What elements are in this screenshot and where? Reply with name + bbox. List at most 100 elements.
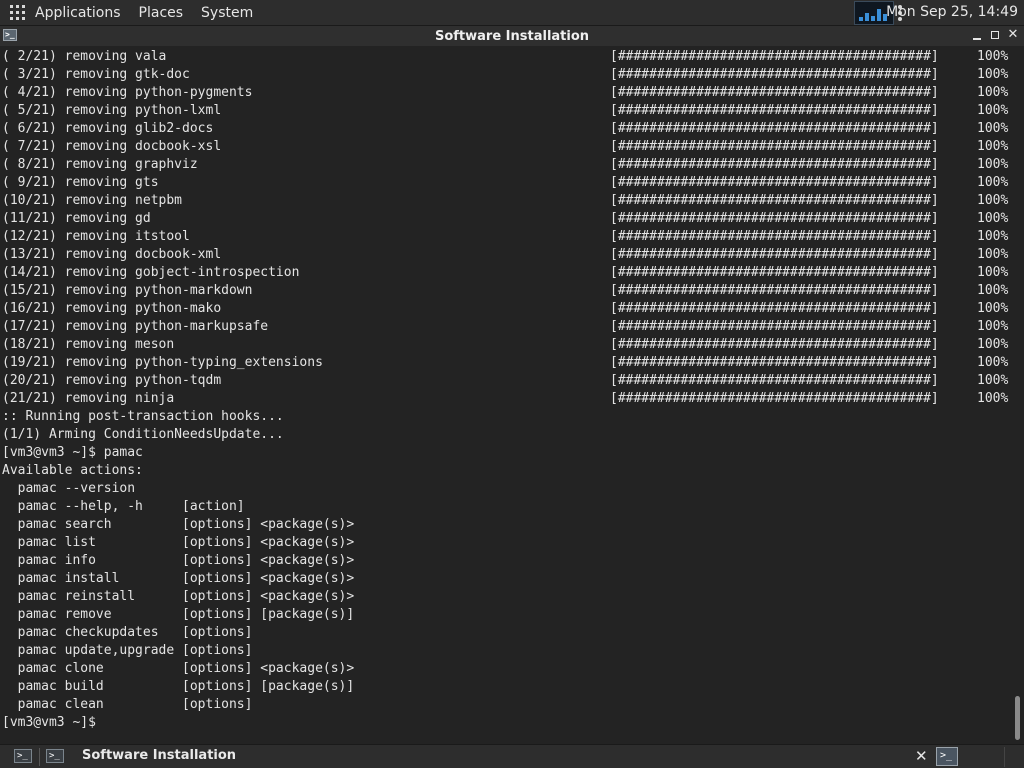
- progress-bar-text: [#######################################…: [610, 193, 939, 208]
- progress-bar-text: [#######################################…: [610, 85, 939, 100]
- progress-percent: 100%: [977, 175, 1009, 190]
- terminal-line: (12/21) removing itstool [###############…: [2, 228, 1010, 246]
- terminal-launcher-icon[interactable]: >_: [14, 749, 32, 763]
- progress-percent: 100%: [977, 373, 1009, 388]
- progress-percent: 100%: [977, 103, 1009, 118]
- terminal-line: pamac build [options] [package(s)]: [2, 678, 1010, 696]
- progress-percent: 100%: [977, 211, 1009, 226]
- terminal-line-text: ( 3/21) removing gtk-doc: [2, 67, 190, 82]
- terminal-line: pamac clean [options]: [2, 696, 1010, 714]
- window-titlebar[interactable]: >_ Software Installation ✕: [0, 26, 1024, 46]
- menu-places[interactable]: Places: [139, 5, 184, 21]
- progress-bar-text: [#######################################…: [610, 139, 939, 154]
- progress-percent: 100%: [977, 283, 1009, 298]
- terminal-line: [vm3@vm3 ~]$ pamac: [2, 444, 1010, 462]
- progress-percent: 100%: [977, 337, 1009, 352]
- progress-bar-text: [#######################################…: [610, 67, 939, 82]
- terminal-line-text: ( 7/21) removing docbook-xsl: [2, 139, 222, 154]
- progress-percent: 100%: [977, 139, 1009, 154]
- task-title[interactable]: Software Installation: [82, 748, 236, 763]
- menu-system[interactable]: System: [201, 5, 253, 21]
- task-close-icon[interactable]: ✕: [915, 747, 928, 765]
- terminal-line-text: (20/21) removing python-tqdm: [2, 373, 222, 388]
- terminal-line-text: pamac search [options] <package(s)>: [2, 517, 355, 532]
- progress-percent: 100%: [977, 121, 1009, 136]
- terminal-line-text: (21/21) removing ninja: [2, 391, 175, 406]
- close-button[interactable]: ✕: [1006, 28, 1020, 42]
- terminal-line-text: pamac reinstall [options] <package(s)>: [2, 589, 355, 604]
- progress-percent: 100%: [977, 67, 1009, 82]
- terminal-line: (21/21) removing ninja [#################…: [2, 390, 1010, 408]
- progress-bar-text: [#######################################…: [610, 247, 939, 262]
- progress-percent: 100%: [977, 157, 1009, 172]
- terminal-line-text: ( 2/21) removing vala: [2, 49, 167, 64]
- terminal-line-text: (17/21) removing python-markupsafe: [2, 319, 269, 334]
- terminal-line: pamac install [options] <package(s)>: [2, 570, 1010, 588]
- progress-bar-text: [#######################################…: [610, 283, 939, 298]
- terminal-line-text: pamac update,upgrade [options]: [2, 643, 253, 658]
- progress-percent: 100%: [977, 355, 1009, 370]
- terminal-line: pamac list [options] <package(s)>: [2, 534, 1010, 552]
- progress-percent: 100%: [977, 301, 1009, 316]
- terminal-icon[interactable]: >_: [3, 29, 17, 41]
- terminal-line: ( 7/21) removing docbook-xsl [###########…: [2, 138, 1010, 156]
- maximize-button[interactable]: [988, 28, 1002, 42]
- terminal-line: ( 3/21) removing gtk-doc [###############…: [2, 66, 1010, 84]
- terminal-output: ( 2/21) removing vala [##################…: [2, 48, 1010, 732]
- scrollbar-thumb[interactable]: [1015, 696, 1020, 740]
- progress-bar-text: [#######################################…: [610, 391, 939, 406]
- progress-percent: 100%: [977, 247, 1009, 262]
- progress-bar-text: [#######################################…: [610, 337, 939, 352]
- scrollbar[interactable]: [1012, 46, 1022, 744]
- progress-percent: 100%: [977, 391, 1009, 406]
- terminal-line: pamac clone [options] <package(s)>: [2, 660, 1010, 678]
- terminal-line: (16/21) removing python-mako [###########…: [2, 300, 1010, 318]
- terminal-line: ( 2/21) removing vala [##################…: [2, 48, 1010, 66]
- progress-bar-text: [#######################################…: [610, 355, 939, 370]
- progress-bar-text: [#######################################…: [610, 175, 939, 190]
- progress-bar-text: [#######################################…: [610, 373, 939, 388]
- active-terminal-icon[interactable]: >_: [936, 747, 958, 766]
- progress-bar-text: [#######################################…: [610, 265, 939, 280]
- terminal-line-text: (16/21) removing python-mako: [2, 301, 222, 316]
- progress-bar-text: [#######################################…: [610, 49, 939, 64]
- taskbar-end-divider: [1004, 747, 1005, 767]
- menu-applications[interactable]: Applications: [35, 5, 121, 21]
- progress-percent: 100%: [977, 229, 1009, 244]
- terminal-line: ( 5/21) removing python-lxml [###########…: [2, 102, 1010, 120]
- terminal-line: :: Running post-transaction hooks...: [2, 408, 1010, 426]
- terminal-line: (19/21) removing python-typing_extension…: [2, 354, 1010, 372]
- terminal-line-text: pamac --help, -h [action]: [2, 499, 245, 514]
- terminal-line-text: (11/21) removing gd: [2, 211, 151, 226]
- terminal-line: pamac info [options] <package(s)>: [2, 552, 1010, 570]
- terminal-line-text: pamac clone [options] <package(s)>: [2, 661, 355, 676]
- terminal-line-text: (10/21) removing netpbm: [2, 193, 183, 208]
- terminal-line-text: ( 4/21) removing python-pygments: [2, 85, 253, 100]
- task-terminal-icon[interactable]: >_: [46, 749, 64, 763]
- progress-percent: 100%: [977, 265, 1009, 280]
- terminal-line-text: pamac install [options] <package(s)>: [2, 571, 355, 586]
- terminal-line: [vm3@vm3 ~]$: [2, 714, 1010, 732]
- terminal-line: pamac --help, -h [action]: [2, 498, 1010, 516]
- terminal-line-text: (12/21) removing itstool: [2, 229, 190, 244]
- terminal-line-text: pamac info [options] <package(s)>: [2, 553, 355, 568]
- terminal-line: (14/21) removing gobject-introspection [#…: [2, 264, 1010, 282]
- terminal-view[interactable]: ( 2/21) removing vala [##################…: [0, 46, 1024, 744]
- progress-bar-text: [#######################################…: [610, 319, 939, 334]
- terminal-line-text: ( 8/21) removing graphviz: [2, 157, 198, 172]
- minimize-button[interactable]: [970, 28, 984, 42]
- terminal-line-text: (18/21) removing meson: [2, 337, 175, 352]
- terminal-line: ( 8/21) removing graphviz [##############…: [2, 156, 1010, 174]
- terminal-line: (20/21) removing python-tqdm [###########…: [2, 372, 1010, 390]
- terminal-line-text: pamac build [options] [package(s)]: [2, 679, 355, 694]
- terminal-line: pamac checkupdates [options]: [2, 624, 1010, 642]
- terminal-line-text: (13/21) removing docbook-xml: [2, 247, 222, 262]
- terminal-line: (11/21) removing gd [####################…: [2, 210, 1010, 228]
- terminal-line-text: (15/21) removing python-markdown: [2, 283, 253, 298]
- terminal-line-text: (1/1) Arming ConditionNeedsUpdate...: [2, 427, 284, 442]
- terminal-line: (10/21) removing netpbm [################…: [2, 192, 1010, 210]
- applications-grid-icon[interactable]: [10, 4, 26, 21]
- progress-bar-text: [#######################################…: [610, 103, 939, 118]
- clock[interactable]: Mon Sep 25, 14:49: [886, 4, 1018, 20]
- terminal-line: (17/21) removing python-markupsafe [#####…: [2, 318, 1010, 336]
